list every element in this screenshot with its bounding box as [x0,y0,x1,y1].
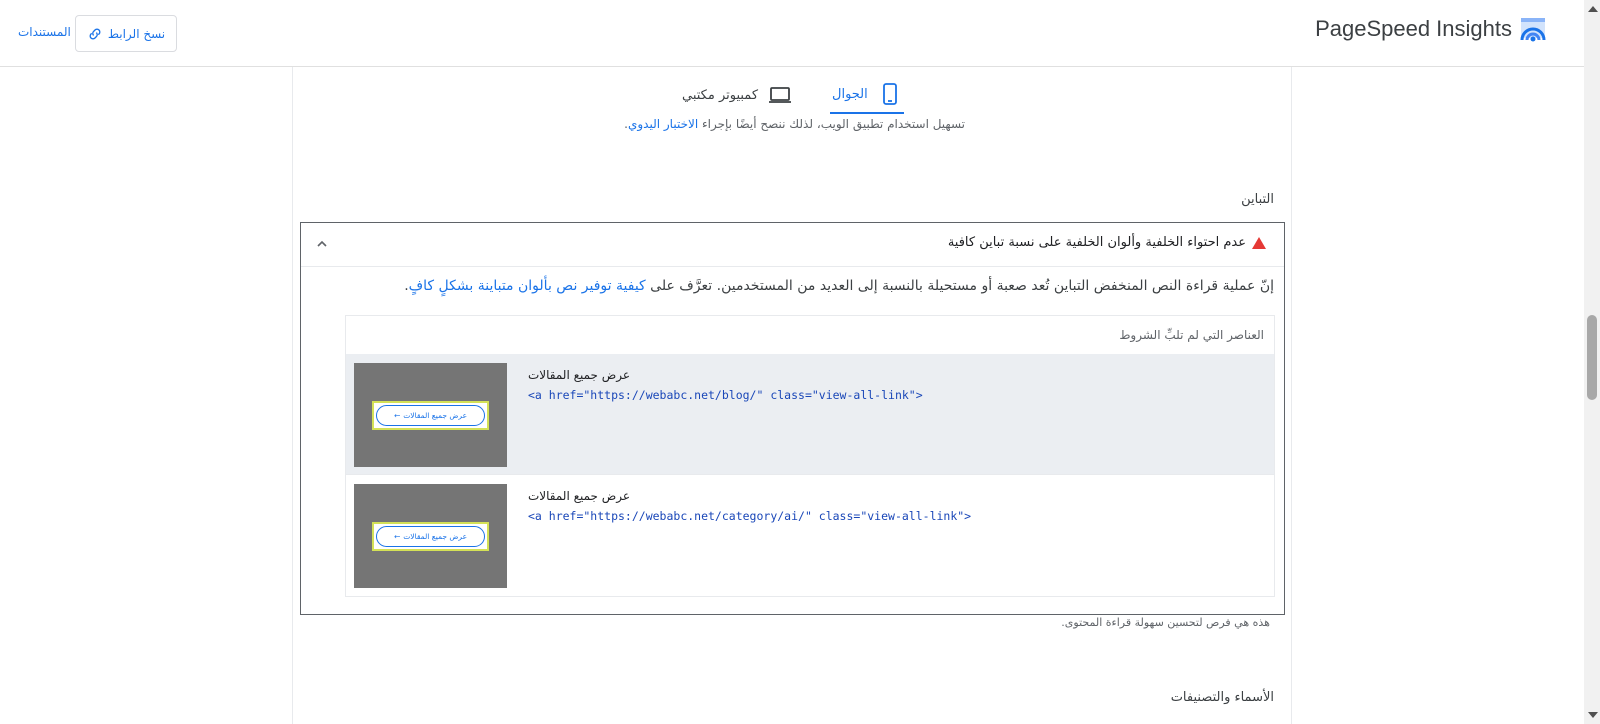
element-screenshot: عرض جميع المقالات ← [354,484,507,588]
page-scrollbar[interactable] [1584,0,1600,724]
tab-mobile[interactable]: الجوال [830,76,904,114]
element-highlight: عرض جميع المقالات ← [372,401,489,430]
contrast-footer-note: هذه هي فرص لتحسين سهولة قراءة المحتوى. [1061,616,1270,629]
contrast-section-title: التباين [1241,192,1274,207]
tab-mobile-label: الجوال [832,86,868,102]
copy-link-label: نسخ الرابط [107,26,166,41]
thumb-button: عرض جميع المقالات ← [376,405,485,426]
thumb-button: عرض جميع المقالات ← [376,526,485,547]
smartphone-icon [882,83,897,105]
pagespeed-logo-icon [1520,18,1546,42]
names-section-title: الأسماء والتصنيفات [1170,690,1274,705]
laptop-icon [769,87,792,103]
docs-link[interactable]: المستندات [18,25,71,39]
table-row[interactable]: عرض جميع المقالات ← عرض جميع المقالات <a … [346,474,1274,594]
chevron-up-icon[interactable] [315,237,329,251]
fail-triangle-icon [1252,236,1266,249]
copy-link-button[interactable]: نسخ الرابط [75,15,177,52]
element-screenshot: عرض جميع المقالات ← [354,363,507,467]
scrollbar-thumb[interactable] [1587,315,1597,400]
link-icon [89,28,101,39]
audit-description-text: إنّ عملية قراءة النص المنخفض التباين تُع… [645,278,1274,294]
scroll-up-arrow-icon[interactable] [1588,6,1598,12]
arrow-left-icon: ← [393,532,401,541]
audit-header[interactable]: عدم احتواء الخلفية وألوان الخلفية على نس… [301,223,1284,267]
thumb-button-text: عرض جميع المقالات [403,411,468,420]
node-label: عرض جميع المقالات [528,368,631,382]
app-title: PageSpeed Insights [1315,16,1512,41]
arrow-left-icon: ← [393,411,401,420]
manual-testing-link[interactable]: الاختبار اليدوي [628,117,698,131]
contrast-learn-link[interactable]: كيفية توفير نص بألوان متباينة بشكلٍ كافٍ [409,278,646,294]
node-label: عرض جميع المقالات [528,489,631,503]
contrast-audit: عدم احتواء الخلفية وألوان الخلفية على نس… [300,222,1285,615]
brand[interactable]: PageSpeed Insights [1315,14,1548,44]
intro-text: تسهيل استخدام تطبيق الويب، لذلك ننصح أيض… [624,117,965,131]
device-tabs: الجوال كمبيوتر مكتبي [680,76,904,116]
scroll-down-arrow-icon[interactable] [1588,712,1598,718]
tab-desktop[interactable]: كمبيوتر مكتبي [680,76,794,114]
failing-elements-table: العناصر التي لم تلبِّ الشروط عرض جميع ال… [345,315,1275,597]
failing-elements-title: العناصر التي لم تلبِّ الشروط [1119,328,1264,342]
table-row[interactable]: عرض جميع المقالات ← عرض جميع المقالات <a … [346,354,1274,474]
intro-text-body: تسهيل استخدام تطبيق الويب، لذلك ننصح أيض… [698,117,965,131]
element-highlight: عرض جميع المقالات ← [372,522,489,551]
audit-title: عدم احتواء الخلفية وألوان الخلفية على نس… [948,235,1266,250]
thumb-button-text: عرض جميع المقالات [403,532,468,541]
node-snippet: <a href="https://webabc.net/blog/" class… [528,388,923,402]
top-header: المستندات نسخ الرابط PageSpeed Insights [0,0,1584,67]
audit-description: إنّ عملية قراءة النص المنخفض التباين تُع… [404,278,1274,294]
tab-desktop-label: كمبيوتر مكتبي [682,87,759,103]
audit-title-text: عدم احتواء الخلفية وألوان الخلفية على نس… [947,235,1246,250]
node-snippet: <a href="https://webabc.net/category/ai/… [528,509,972,523]
failing-elements-header: العناصر التي لم تلبِّ الشروط [346,316,1274,354]
